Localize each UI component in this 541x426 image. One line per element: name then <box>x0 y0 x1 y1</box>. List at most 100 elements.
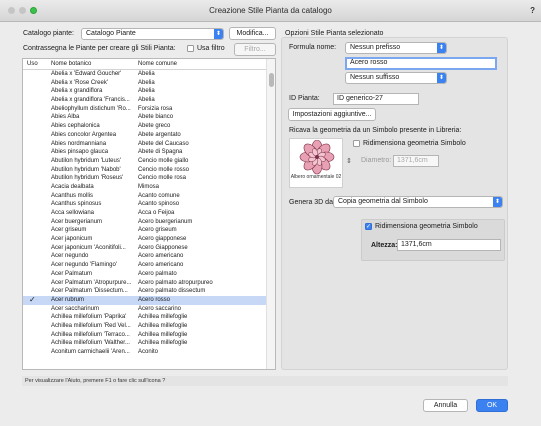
plant-list-header: Uso Nome botanico Nome comune <box>23 59 267 70</box>
table-row[interactable]: Acer negundo Acero americano <box>23 252 267 261</box>
prefix-select[interactable]: Nessun prefisso ⬍ <box>345 42 447 54</box>
common-name-cell: Acero buergerianum <box>138 218 193 225</box>
botanical-name-cell: Acer Palmatum <box>51 270 93 277</box>
help-icon[interactable]: ? <box>530 6 535 15</box>
symbol-name: Albero ornamentale 02 <box>290 174 342 180</box>
catalog-select[interactable]: Catalogo Piante ⬍ <box>81 28 224 40</box>
resize-symbol-checkbox[interactable] <box>353 140 360 147</box>
table-row[interactable]: Acca sellowiana Acca o Feijoa <box>23 209 267 218</box>
botanical-name-cell: Abelia x 'Rose Creek' <box>51 79 108 86</box>
table-row[interactable]: Abutilon hybridum 'Nabob' Cencio molle ro… <box>23 166 267 175</box>
common-name-cell: Abete bianco <box>138 114 174 121</box>
common-name-cell: Forsizia rosa <box>138 105 173 112</box>
common-name-cell: Cencio molle rosso <box>138 166 190 173</box>
use-checkmark[interactable]: ✓ <box>29 295 36 305</box>
table-row[interactable]: Abies cephalonica Abete greco <box>23 122 267 131</box>
table-row[interactable]: Abelia x 'Rose Creek' Abelia <box>23 79 267 88</box>
additional-settings-button[interactable]: Impostazioni aggiuntive... <box>288 108 376 121</box>
common-name-cell: Abelia <box>138 71 155 77</box>
generate-3d-select[interactable]: Copia geometria dal Simbolo ⬍ <box>333 196 503 208</box>
botanical-name-cell: Acer griseum <box>51 227 87 234</box>
table-row[interactable]: Aconitum carmichaelii 'Aren... Aconito <box>23 348 267 357</box>
symbol-preview[interactable]: Albero ornamentale 02 <box>289 138 343 188</box>
botanical-name-cell: Acer negundo 'Flamingo' <box>51 262 117 269</box>
prefix-select-value: Nessun prefisso <box>350 44 401 51</box>
height-input[interactable]: 1371,6cm <box>397 239 501 251</box>
chevron-updown-icon: ⬍ <box>493 197 502 207</box>
common-name-cell: Acero americano <box>138 253 184 260</box>
table-row[interactable]: Acanthus mollis Acanto comune <box>23 192 267 201</box>
diameter-input[interactable]: 1371,6cm <box>393 155 439 167</box>
table-row[interactable]: Achillea millefolium 'Paprika' Achillea m… <box>23 313 267 322</box>
use-filter-label: Usa filtro <box>197 45 225 52</box>
resize-3d-checkbox[interactable]: ✓ <box>365 223 372 230</box>
table-row[interactable]: Acacia dealbata Mimosa <box>23 183 267 192</box>
botanical-name-cell: Acer japonicum <box>51 236 93 243</box>
table-row[interactable]: Acer japonicum Acero giapponese <box>23 235 267 244</box>
modify-catalog-button[interactable]: Modifica... <box>229 27 276 40</box>
table-row[interactable]: Achillea millefolium 'Red Vel... Achillea… <box>23 322 267 331</box>
table-row[interactable]: Abelia x grandiflora 'Francis... Abelia <box>23 96 267 105</box>
column-header-common[interactable]: Nome comune <box>138 59 177 69</box>
botanical-name-cell: Abies cephalonica <box>51 123 100 130</box>
table-row[interactable]: Achillea millefolium 'Terraco... Achillea… <box>23 331 267 340</box>
botanical-name-cell: Achillea millefolium 'Terraco... <box>51 331 130 338</box>
table-row[interactable]: Abies concolor Argentea Abete argentato <box>23 131 267 140</box>
botanical-name-cell: Aconitum carmichaelii 'Aren... <box>51 349 130 355</box>
list-scrollbar[interactable] <box>266 59 275 369</box>
botanical-name-cell: Abelia x 'Edward Goucher' <box>51 71 122 77</box>
common-name-cell: Abete del Caucaso <box>138 140 189 147</box>
table-row[interactable]: Acer Palmatum 'Dissectum... Acero palmato… <box>23 287 267 296</box>
botanical-name-cell: Acer Palmatum 'Atropurpure... <box>51 279 132 286</box>
common-name-cell: Acca o Feijoa <box>138 210 175 216</box>
plant-id-input[interactable]: ID generico-27 <box>333 93 419 105</box>
chevron-updown-icon: ⬍ <box>437 43 446 53</box>
symbol-picker-chevron-icon[interactable]: ⇕ <box>346 157 352 165</box>
botanical-name-cell: Acer buergerianum <box>51 218 103 225</box>
common-name-cell: Abelia <box>138 88 155 95</box>
table-row[interactable]: Abutilon hybridum 'Roseus' Cencio molle r… <box>23 174 267 183</box>
table-row[interactable]: Acer japonicum 'Aconitifoli... Acero Giap… <box>23 244 267 253</box>
table-row[interactable]: Acanthus spinosus Acanto spinoso <box>23 200 267 209</box>
chevron-updown-icon: ⬍ <box>437 73 446 83</box>
botanical-name-cell: Abies Alba <box>51 114 80 121</box>
botanical-name-cell: Achillea millefolium 'Paprika' <box>51 314 127 321</box>
common-name-cell: Acanto spinoso <box>138 201 180 208</box>
common-name-cell: Cencio molle rosa <box>138 175 187 182</box>
table-row[interactable]: Acer saccharinum Acero saccarino <box>23 305 267 314</box>
common-name-cell: Acero griseum <box>138 227 177 234</box>
table-row[interactable]: Acer buergerianum Acero buergerianum <box>23 218 267 227</box>
table-row[interactable]: Abies Alba Abete bianco <box>23 113 267 122</box>
table-row[interactable]: Abelia x grandiflora Abelia <box>23 87 267 96</box>
table-row[interactable]: Achillea millefolium 'Walther... Achillea… <box>23 339 267 348</box>
botanical-name-cell: Acacia dealbata <box>51 183 94 190</box>
status-bar: Per visualizzare l'Aiuto, premere F1 o f… <box>22 376 508 386</box>
table-row[interactable]: Abutilon hybridum 'Luteus' Cencio molle g… <box>23 157 267 166</box>
plant-name-input[interactable]: Acero rosso <box>345 57 497 70</box>
generate-3d-select-value: Copia geometria dal Simbolo <box>338 198 428 205</box>
use-filter-checkbox[interactable] <box>187 45 194 52</box>
table-row[interactable]: Acer Palmatum Acero palmato <box>23 270 267 279</box>
column-header-use[interactable]: Uso <box>27 59 38 69</box>
table-row[interactable]: ✓ Acer rubrum Acero rosso <box>23 295 267 305</box>
botanical-name-cell: Acanthus spinosus <box>51 201 102 208</box>
botanical-name-cell: Abutilon hybridum 'Luteus' <box>51 157 121 164</box>
ok-button[interactable]: OK <box>476 399 508 412</box>
table-row[interactable]: Acer Palmatum 'Atropurpure... Acero palma… <box>23 279 267 288</box>
filter-button[interactable]: Filtro... <box>234 43 276 56</box>
table-row[interactable]: Acer griseum Acero griseum <box>23 226 267 235</box>
table-row[interactable]: Abies nordmanniana Abete del Caucaso <box>23 140 267 149</box>
table-row[interactable]: Abelia x 'Edward Goucher' Abelia <box>23 70 267 79</box>
list-scrollbar-thumb[interactable] <box>269 73 274 87</box>
column-header-botanical[interactable]: Nome botanico <box>51 59 91 69</box>
common-name-cell: Cencio molle giallo <box>138 157 189 164</box>
plant-list[interactable]: Uso Nome botanico Nome comune Abelia x '… <box>22 58 276 370</box>
table-row[interactable]: Acer negundo 'Flamingo' Acero americano <box>23 261 267 270</box>
botanical-name-cell: Abies nordmanniana <box>51 140 107 147</box>
catalog-select-value: Catalogo Piante <box>86 30 136 37</box>
table-row[interactable]: Abies pinsapo glauca Abete di Spagna <box>23 148 267 157</box>
suffix-select[interactable]: Nessun suffisso ⬍ <box>345 72 447 84</box>
common-name-cell: Acero saccarino <box>138 305 182 312</box>
cancel-button[interactable]: Annulla <box>423 399 468 412</box>
table-row[interactable]: Abeliophyllum distichum 'Ro... Forsizia r… <box>23 105 267 114</box>
